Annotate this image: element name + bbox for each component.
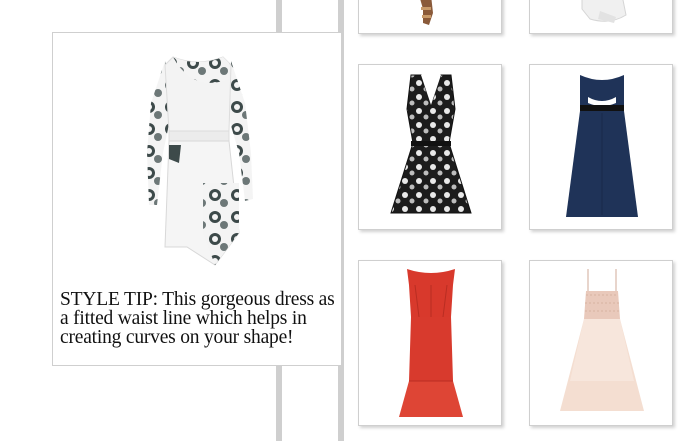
style-tip-text: STYLE TIP: This gorgeous dress as a fitt… — [60, 289, 335, 348]
sandals-icon — [420, 0, 433, 25]
black-white-floral-dress-icon — [390, 74, 472, 214]
product-card-blush-tulle-dress[interactable] — [529, 260, 673, 426]
product-card-white-item[interactable] — [529, 0, 673, 34]
product-card-sandals[interactable] — [358, 0, 502, 34]
white-item-icon — [581, 0, 627, 23]
product-card-floral-black-dress[interactable] — [358, 64, 502, 230]
navy-cutout-gown-icon — [566, 75, 638, 217]
featured-product-card[interactable]: STYLE TIP: This gorgeous dress as a fitt… — [52, 32, 342, 366]
red-off-shoulder-maxi-dress-icon — [399, 269, 463, 417]
product-card-navy-gown[interactable] — [529, 64, 673, 230]
product-card-red-maxi-dress[interactable] — [358, 260, 502, 426]
blush-tulle-dress-icon — [560, 269, 644, 411]
